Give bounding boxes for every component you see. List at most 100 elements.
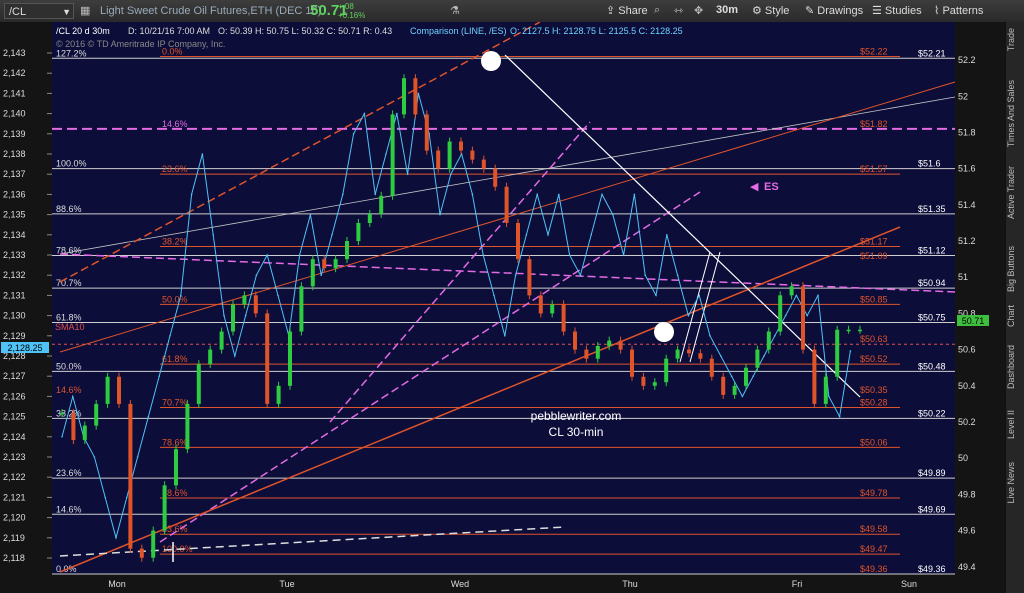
watermark-line1: pebblewriter.com xyxy=(531,409,622,423)
right-tick-8: 51 xyxy=(958,272,968,282)
right-tick-12: 51.8 xyxy=(958,127,976,137)
cl-candle-30 xyxy=(402,78,406,115)
cl-candle-51 xyxy=(641,376,646,386)
price-chart[interactable]: 127.2% $52.21 100.0% $51.6 88.6% $51.35 78.6% $… xyxy=(0,22,1005,593)
flask-icon[interactable]: ⚗ xyxy=(450,4,460,17)
right-tick-2: 49.8 xyxy=(958,489,976,499)
cl-candle-10 xyxy=(174,449,178,486)
cl-candle-22 xyxy=(310,259,315,287)
time-tick-4: Fri xyxy=(792,579,803,589)
es-point-48 xyxy=(579,274,582,276)
grid-icon[interactable]: ▦ xyxy=(80,4,90,17)
right-tick-3: 50 xyxy=(958,453,968,463)
zoom-icon[interactable]: ⌕ xyxy=(654,4,660,17)
cl-candle-54 xyxy=(675,349,680,359)
cl-candle-9 xyxy=(162,485,167,531)
cl-candle-16 xyxy=(242,295,247,305)
drawings-button[interactable]: ✎ Drawings xyxy=(805,4,863,17)
cl-candle-39 xyxy=(504,186,509,223)
white-fib-price-7: $50.22 xyxy=(918,408,946,418)
cl-candle-20 xyxy=(288,331,292,386)
time-axis-panel xyxy=(52,574,955,593)
es-point-44 xyxy=(536,193,538,196)
left-tick-14: 2,132 xyxy=(3,270,26,280)
white-fib-label-4: 70.7% xyxy=(56,278,82,288)
change-value: +.08 xyxy=(338,2,354,11)
left-tick-25: 2,143 xyxy=(3,48,26,58)
magenta-level-label: 14.6% xyxy=(162,119,188,129)
red-fib-label-1: 23.6% xyxy=(162,164,188,174)
share-button[interactable]: ⇪ Share xyxy=(606,4,648,17)
time-tick-1: Tue xyxy=(279,579,294,589)
es-point-68 xyxy=(795,294,798,297)
white-fib-price-5: $50.75 xyxy=(918,312,946,322)
change-percent: +0.16% xyxy=(338,11,366,20)
cl-candle-35 xyxy=(459,141,463,151)
toolbar: /CL ▼ ▦ Light Sweet Crude Oil Futures,ET… xyxy=(0,0,1024,23)
cl-candle-17 xyxy=(253,295,258,314)
patterns-button[interactable]: ⌇ Patterns xyxy=(934,4,983,17)
es-point-22 xyxy=(298,254,301,256)
left-tick-16: 2,134 xyxy=(3,230,26,240)
left-tick-0: 2,118 xyxy=(3,553,25,563)
es-point-67 xyxy=(784,314,787,317)
es-point-36 xyxy=(450,173,452,175)
cl-candle-13 xyxy=(208,349,213,365)
side-tab-times-and-sales[interactable]: Times And Sales xyxy=(1006,80,1024,147)
cl-candle-37 xyxy=(481,159,486,169)
move-icon[interactable]: ✥ xyxy=(694,4,703,17)
es-point-9 xyxy=(158,375,160,378)
es-point-6 xyxy=(126,496,128,499)
es-point-29 xyxy=(374,193,377,196)
white-fib-price-2: $51.35 xyxy=(918,204,946,214)
cl-candle-44 xyxy=(561,304,566,332)
white-fib-label-1: 100.0% xyxy=(56,159,87,169)
es-point-56 xyxy=(666,234,668,236)
es-point-14 xyxy=(212,234,214,236)
cl-candle-0 xyxy=(60,412,64,415)
left-tick-12: 2,130 xyxy=(3,311,26,321)
red-fib-price-3: $50.85 xyxy=(860,294,888,304)
cl-candle-53 xyxy=(664,358,669,383)
cl-candle-55 xyxy=(687,349,691,354)
cl-candle-36 xyxy=(470,150,475,160)
cl-candle-32 xyxy=(424,114,429,151)
left-tick-19: 2,137 xyxy=(3,169,26,179)
style-button[interactable]: ⚙ Style xyxy=(752,4,789,17)
es-point-13 xyxy=(201,153,204,155)
side-tab-dashboard[interactable]: Dashboard xyxy=(1006,345,1024,389)
symbol-selector[interactable]: /CL ▼ xyxy=(4,3,74,19)
copyright: © 2016 © TD Ameritrade IP Company, Inc. xyxy=(56,39,225,49)
es-point-50 xyxy=(601,193,603,196)
time-tick-2: Wed xyxy=(451,579,469,589)
es-point-30 xyxy=(385,153,387,155)
left-tick-21: 2,139 xyxy=(3,129,26,139)
es-point-4 xyxy=(104,496,106,499)
white-fib-label-5: 61.8% xyxy=(56,312,82,322)
side-tab-big-buttons[interactable]: Big Buttons xyxy=(1006,246,1024,292)
side-tab-active-trader[interactable]: Active Trader xyxy=(1006,166,1024,219)
pan-icon[interactable]: ⇿ xyxy=(674,4,683,17)
white-fib-label-2: 88.6% xyxy=(56,204,82,214)
header-comparison: Comparison (LINE, /ES) xyxy=(410,26,507,36)
side-tab-trade[interactable]: Trade xyxy=(1006,28,1024,51)
es-point-33 xyxy=(417,92,420,95)
cl-candle-26 xyxy=(356,222,361,242)
right-tick-6: 50.6 xyxy=(958,345,976,355)
es-point-16 xyxy=(234,355,236,357)
studies-button[interactable]: ☰ Studies xyxy=(872,4,922,17)
cl-candle-7 xyxy=(139,548,144,558)
interval-button[interactable]: 30m xyxy=(716,4,738,16)
extra-fib-price-0: $50.35 xyxy=(860,385,888,395)
studies-label: Studies xyxy=(884,5,922,17)
side-tab-live-news[interactable]: Live News xyxy=(1006,462,1024,504)
es-point-8 xyxy=(147,415,150,418)
side-tab-chart[interactable]: Chart xyxy=(1006,305,1024,327)
cl-candle-63 xyxy=(778,295,783,332)
cl-candle-57 xyxy=(709,358,714,377)
left-tick-22: 2,140 xyxy=(3,109,26,119)
time-tick-3: Thu xyxy=(622,579,638,589)
side-tab-level-ii[interactable]: Level II xyxy=(1006,410,1024,439)
header-date: D: 10/21/16 7:00 AM xyxy=(128,26,210,36)
time-tick-0: Mon xyxy=(108,579,126,589)
